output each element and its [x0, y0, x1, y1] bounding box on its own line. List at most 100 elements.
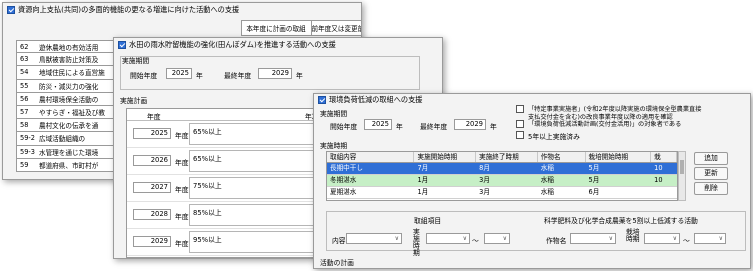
chevron-down-icon: ∨ — [462, 235, 467, 242]
row-text: 都道府県、市町村が — [39, 161, 99, 170]
list-item[interactable]: 58 農村文化の伝承を通 — [16, 119, 116, 133]
row-text: 地域住民による直営施 — [39, 69, 105, 78]
column-header[interactable]: 実施終了時期 — [476, 152, 538, 162]
crop-label: 作物名 — [546, 237, 567, 245]
year-unit: 年度 — [175, 159, 189, 167]
table-row[interactable]: 夏期湛水 1月 3月 水稲 6月 — [327, 187, 677, 199]
column-header[interactable]: 取組内容 — [327, 152, 415, 162]
row-number: 59-2 — [20, 134, 35, 143]
list-item[interactable]: 59-3 水管理を通じた環境 — [16, 145, 116, 159]
update-button[interactable]: 更新 — [694, 167, 728, 180]
year-input[interactable]: 2028 — [133, 209, 171, 220]
list-item[interactable]: 55 防災・減災力の強化 — [16, 79, 116, 93]
table-cell: 水稲 — [540, 176, 554, 184]
window-title-bar: 資源向上支払(共同)の多面的機能の更なる増進に向けた活動への支援 — [3, 3, 361, 17]
start-year-input[interactable]: 2025 — [364, 119, 392, 130]
window-title-bar: 水田の雨水貯留機能の強化(田んぼダム)を推進する活動への支援 — [114, 38, 442, 52]
activity-table: 本年度に計画の取組 前年度又は変更前の取組 — [15, 20, 361, 36]
cultivation-tilde: 〜 — [683, 237, 690, 245]
row-number: 58 — [20, 121, 29, 130]
five-year-label: 5年以上実施済み — [528, 133, 580, 141]
column-header[interactable]: 栽培開始時期 — [586, 152, 652, 162]
delete-button[interactable]: 削除 — [694, 182, 728, 195]
scrollbar-thumb[interactable] — [680, 160, 684, 174]
table-cell: 水稲 — [540, 164, 554, 172]
period-tilde: 〜 — [472, 237, 479, 245]
chevron-down-icon: ∨ — [718, 235, 723, 242]
row-number: 54 — [20, 68, 29, 77]
table-cell: 水稲 — [540, 188, 554, 196]
row-number: 59-3 — [20, 147, 35, 156]
start-year-unit: 年 — [396, 123, 403, 131]
activity-checkbox[interactable] — [7, 6, 15, 14]
period-end-select[interactable]: ∨ — [484, 233, 510, 244]
column-header[interactable]: 作物名 — [538, 152, 586, 162]
list-item[interactable]: 57 やすらぎ・福祉及び教 — [16, 105, 116, 120]
column-header-previous: 前年度又は変更前の取組 — [310, 20, 361, 36]
list-item[interactable]: 59-2 広域活動組織の — [16, 132, 116, 146]
column-header[interactable]: 栽 — [651, 152, 677, 162]
window-title: 環境負荷低減の取組への支援 — [329, 95, 423, 104]
end-year-input[interactable]: 2029 — [454, 119, 486, 130]
row-text: 防災・減災力の強化 — [39, 82, 99, 91]
column-header[interactable]: 実施開始時期 — [414, 152, 477, 162]
table-cell: 1月 — [417, 176, 429, 184]
low-load-plan-checkbox[interactable] — [516, 120, 524, 128]
year-input[interactable]: 2025 — [133, 128, 171, 139]
activity-checkbox[interactable] — [118, 41, 126, 49]
table-cell: 6月 — [588, 188, 600, 196]
timing-table-scrollbar[interactable] — [678, 151, 686, 201]
row-text: 水管理を通じた環境 — [39, 148, 99, 157]
cultivation-start-select[interactable]: ∨ — [644, 233, 680, 244]
activity-rows: 62 遊休農地の有効活用 63 鳥獣被害防止対策及 54 地域住民による直営施 55 防災・減… — [16, 40, 116, 172]
add-button[interactable]: 追加 — [694, 152, 728, 165]
table-cell — [651, 187, 677, 198]
cultivation-end-select[interactable]: ∨ — [694, 233, 726, 244]
year-input[interactable]: 2027 — [133, 182, 171, 193]
period-group-label: 実施期間 — [122, 57, 150, 65]
year-input[interactable]: 2026 — [133, 155, 171, 166]
period-start-select[interactable]: ∨ — [426, 233, 470, 244]
year-input[interactable]: 2029 — [133, 236, 171, 247]
column-header-this-year: 本年度に計画の取組 — [240, 20, 312, 36]
list-item[interactable]: 62 遊休農地の有効活用 — [16, 40, 116, 54]
end-year-unit: 年 — [296, 72, 303, 80]
list-item[interactable]: 59 都道府県、市町村が — [16, 158, 116, 172]
chevron-down-icon: ∨ — [394, 235, 399, 242]
specific-operator-checkbox[interactable] — [516, 105, 524, 113]
row-number: 55 — [20, 81, 29, 90]
end-year-input[interactable]: 2029 — [258, 68, 292, 79]
row-text: 農村環境保全活動の — [39, 95, 99, 104]
chevron-down-icon: ∨ — [672, 235, 677, 242]
list-item[interactable]: 54 地域住民による直営施 — [16, 66, 116, 80]
period-label: 実施期間 — [320, 110, 348, 118]
timing-table-label: 実施時期 — [320, 142, 348, 150]
row-number: 62 — [20, 42, 29, 51]
start-year-unit: 年 — [196, 72, 203, 80]
table-cell: 1月 — [417, 188, 429, 196]
table-cell: 3月 — [479, 176, 490, 184]
cultivation-label: 栽培時期 — [626, 228, 640, 243]
input-group-left-label: 取組項目 — [414, 217, 442, 225]
row-number: 56 — [20, 94, 29, 103]
list-item[interactable]: 56 農村環境保全活動の — [16, 92, 116, 106]
table-row[interactable]: 長期中干し 7月 8月 水稲 5月 10 — [327, 163, 677, 175]
chevron-down-icon: ∨ — [608, 235, 613, 242]
end-year-unit: 年 — [490, 123, 497, 131]
column-header-year: 年度 — [147, 113, 161, 121]
start-year-input[interactable]: 2025 — [166, 68, 192, 79]
activity-checkbox[interactable] — [318, 96, 326, 104]
table-cell: 冬期湛水 — [330, 176, 357, 184]
table-cell: 7月 — [417, 164, 429, 172]
five-year-checkbox[interactable] — [516, 131, 524, 139]
content-select[interactable]: ∨ — [346, 233, 402, 244]
table-cell: 8月 — [479, 164, 490, 172]
table-row[interactable]: 冬期湛水 1月 3月 水稲 5月 10 — [327, 175, 677, 187]
list-item[interactable]: 63 鳥獣被害防止対策及 — [16, 53, 116, 67]
end-year-label: 最終年度 — [224, 72, 252, 80]
crop-select[interactable]: ∨ — [570, 233, 616, 244]
header-spacer — [15, 21, 35, 36]
chevron-down-icon: ∨ — [502, 235, 507, 242]
table-cell: 10 — [654, 176, 663, 184]
end-year-label: 最終年度 — [420, 123, 448, 131]
